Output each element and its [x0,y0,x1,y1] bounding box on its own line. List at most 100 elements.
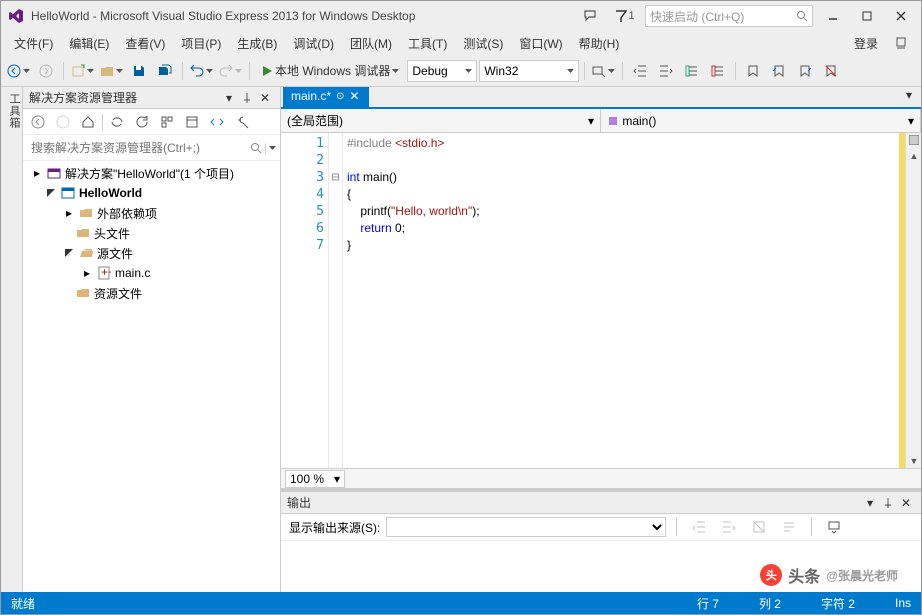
tabs-dropdown-icon[interactable]: ▾ [897,87,921,107]
output-source-combo[interactable] [386,517,666,537]
exp-collapse-icon[interactable] [156,111,178,133]
exp-fwd-icon[interactable] [52,111,74,133]
vertical-scrollbar[interactable]: ▲ ▼ [905,133,921,468]
outline-column[interactable]: ⊟ [329,133,343,468]
panel-close-icon[interactable]: ✕ [897,494,915,512]
zoom-combo[interactable]: 100 %▾ [285,470,345,488]
output-autoscroll-icon[interactable] [822,515,846,539]
split-handle-icon[interactable] [909,135,919,145]
menu-edit[interactable]: 编辑(E) [62,33,116,54]
panel-pin-icon[interactable] [238,89,256,107]
tab-close-icon[interactable]: ✕ [349,89,361,103]
solution-explorer: 解决方案资源管理器 ▾ ✕ | ▸ [23,87,281,592]
tree-main-c[interactable]: ▸ ++ main.c [23,263,280,283]
exp-back-icon[interactable] [27,111,49,133]
bookmark-toggle-button[interactable] [741,59,765,83]
expander-icon[interactable] [45,187,57,199]
exp-home-icon[interactable] [77,111,99,133]
exp-refresh-icon[interactable] [131,111,153,133]
new-project-button[interactable] [69,59,96,83]
nav-fwd-button[interactable] [34,59,58,83]
open-file-button[interactable] [98,59,125,83]
tab-pin-icon[interactable]: ⊙ [336,91,344,102]
panel-dropdown-icon[interactable]: ▾ [220,89,238,107]
bookmark-next-button[interactable] [793,59,817,83]
exp-sync-icon[interactable] [106,111,128,133]
nav-back-button[interactable] [5,59,32,83]
menubar: 文件(F) 编辑(E) 查看(V) 项目(P) 生成(B) 调试(D) 团队(M… [1,31,921,55]
undo-button[interactable] [188,59,215,83]
minimize-button[interactable] [819,4,847,28]
config-combo[interactable]: Debug [407,60,477,82]
explorer-title: 解决方案资源管理器 [29,89,137,106]
exp-viewcode-icon[interactable] [206,111,228,133]
code-text[interactable]: #include <stdio.h> int main() { printf("… [343,133,899,468]
platform-combo[interactable]: Win32 [479,60,579,82]
menu-file[interactable]: 文件(F) [7,33,60,54]
solution-icon [46,165,62,181]
menu-project[interactable]: 项目(P) [174,33,228,54]
menu-tools[interactable]: 工具(T) [401,33,454,54]
tab-main-c[interactable]: main.c* ⊙ ✕ [283,87,369,107]
code-editor[interactable]: 1234567 ⊟ #include <stdio.h> int main() … [281,133,921,468]
panel-close-icon[interactable]: ✕ [256,89,274,107]
expander-icon[interactable]: ▸ [31,167,43,179]
login-dropdown-icon[interactable] [887,31,915,55]
output-clear-icon[interactable] [747,515,771,539]
tree-resources[interactable]: 资源文件 [23,283,280,303]
login-link[interactable]: 登录 [847,33,885,54]
output-goto-prev-icon[interactable] [687,515,711,539]
tree-external-deps[interactable]: ▸ 外部依赖项 [23,203,280,223]
find-button[interactable] [590,59,617,83]
output-text[interactable] [281,540,921,592]
status-ready: 就绪 [11,595,35,612]
toolbox-tab[interactable]: 工具箱 [1,87,23,592]
tree-sources[interactable]: 源文件 [23,243,280,263]
redo-button[interactable] [217,59,244,83]
scope-dropdown[interactable]: (全局范围)▾ [281,109,601,132]
maximize-button[interactable] [853,4,881,28]
menu-window[interactable]: 窗口(W) [512,33,569,54]
expander-icon[interactable] [63,247,75,259]
svg-text:++: ++ [101,266,111,279]
output-goto-next-icon[interactable] [717,515,741,539]
panel-dropdown-icon[interactable]: ▾ [861,494,879,512]
menu-view[interactable]: 查看(V) [118,33,172,54]
start-debug-button[interactable]: 本地 Windows 调试器 [255,59,405,83]
quick-launch-input[interactable]: 快速启动 (Ctrl+Q) [645,5,813,27]
menu-build[interactable]: 生成(B) [230,33,284,54]
menu-team[interactable]: 团队(M) [343,33,399,54]
bookmark-prev-button[interactable] [767,59,791,83]
save-all-button[interactable] [153,59,177,83]
exp-properties-icon[interactable] [231,111,253,133]
comment-button[interactable] [680,59,704,83]
indent-less-button[interactable] [628,59,652,83]
save-button[interactable] [127,59,151,83]
bookmark-clear-button[interactable] [819,59,843,83]
menu-help[interactable]: 帮助(H) [572,33,627,54]
expander-icon[interactable]: ▸ [81,267,93,279]
tree-headers[interactable]: 头文件 [23,223,280,243]
tree-solution[interactable]: ▸ 解决方案"HelloWorld"(1 个项目) [23,163,280,183]
tree-project[interactable]: HelloWorld [23,183,280,203]
folder-icon [75,285,91,301]
search-options-icon[interactable] [269,146,276,150]
menu-test[interactable]: 测试(S) [456,33,510,54]
folder-open-icon [78,245,94,261]
output-source-label: 显示输出来源(S): [289,519,380,536]
feedback-icon[interactable] [577,4,605,28]
explorer-search-input[interactable] [27,138,250,158]
output-wordwrap-icon[interactable] [777,515,801,539]
notifications-icon[interactable]: 1 [611,4,639,28]
indent-more-button[interactable] [654,59,678,83]
menu-debug[interactable]: 调试(D) [286,33,341,54]
search-icon [796,10,808,22]
uncomment-button[interactable] [706,59,730,83]
panel-pin-icon[interactable] [879,494,897,512]
statusbar: 就绪 行 7 列 2 字符 2 Ins [1,592,921,614]
member-dropdown[interactable]: main()▾ [601,109,921,132]
expander-icon[interactable]: ▸ [63,207,75,219]
status-col: 列 2 [759,595,781,612]
exp-showall-icon[interactable] [181,111,203,133]
close-button[interactable] [887,4,915,28]
